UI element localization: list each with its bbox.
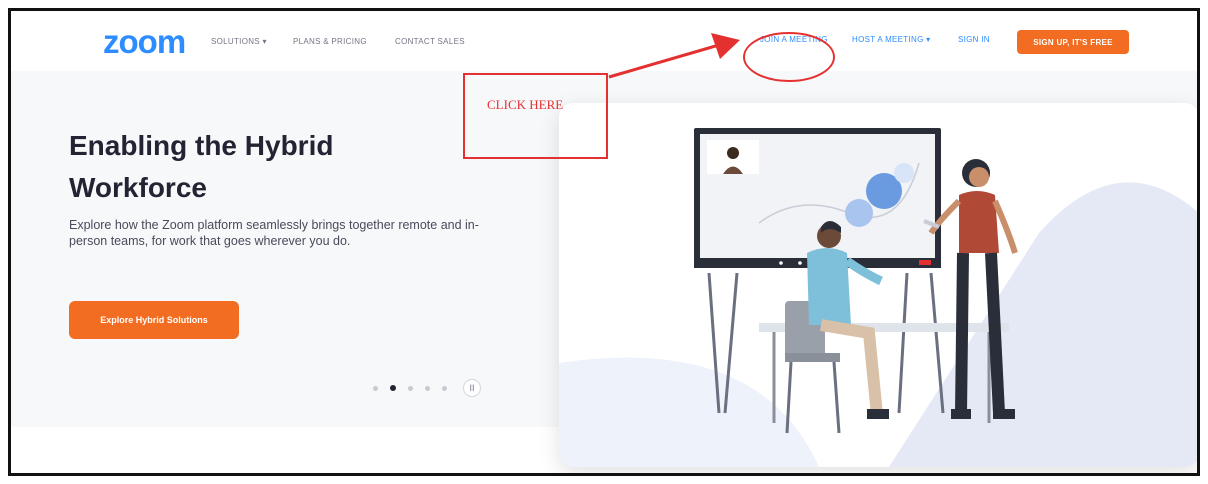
hero-description: Explore how the Zoom platform seamlessly… — [69, 218, 479, 248]
hero-illustration-card — [559, 103, 1197, 467]
explore-hybrid-solutions-button[interactable]: Explore Hybrid Solutions — [69, 301, 239, 339]
hero-title-line2: Workforce — [69, 172, 207, 203]
click-here-annotation-box — [463, 73, 608, 159]
carousel-dot[interactable] — [408, 385, 413, 391]
click-here-annotation-text: CLICK HERE — [487, 97, 564, 112]
carousel-pause-button[interactable]: II — [463, 379, 481, 397]
host-meeting-link[interactable]: HOST A MEETING ▾ — [852, 35, 930, 44]
join-meeting-link[interactable]: JOIN A MEETING — [760, 35, 828, 44]
carousel-indicators: II — [373, 379, 481, 397]
top-navigation: zoom SOLUTIONS ▾ PLANS & PRICING CONTACT… — [11, 11, 1197, 71]
hero-title: Enabling the Hybrid Workforce — [69, 125, 489, 209]
hybrid-meeting-illustration — [559, 128, 1197, 467]
carousel-dot[interactable] — [442, 385, 447, 391]
sign-in-link[interactable]: SIGN IN — [958, 35, 990, 44]
zoom-logo[interactable]: zoom — [103, 23, 186, 61]
carousel-dot-active[interactable] — [390, 385, 396, 391]
nav-plans-pricing[interactable]: PLANS & PRICING — [293, 37, 367, 46]
signup-button[interactable]: SIGN UP, IT'S FREE — [1017, 30, 1129, 54]
nav-solutions[interactable]: SOLUTIONS ▾ — [211, 37, 267, 46]
screenshot-frame: zoom SOLUTIONS ▾ PLANS & PRICING CONTACT… — [8, 8, 1200, 476]
carousel-dot[interactable] — [373, 385, 378, 391]
hero-title-line1: Enabling the Hybrid — [69, 130, 334, 161]
nav-contact-sales[interactable]: CONTACT SALES — [395, 37, 465, 46]
carousel-dot[interactable] — [425, 385, 430, 391]
